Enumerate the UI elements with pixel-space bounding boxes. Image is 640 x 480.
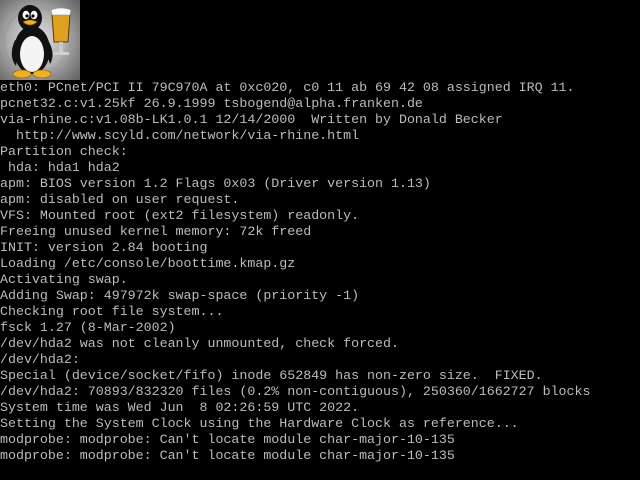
console-line: Loading /etc/console/boottime.kmap.gz: [0, 256, 296, 271]
console-output: eth0: PCnet/PCI II 79C970A at 0xc020, c0…: [0, 80, 640, 464]
console-line: INIT: version 2.84 booting: [0, 240, 208, 255]
console-line: modprobe: modprobe: Can't locate module …: [0, 448, 455, 463]
console-line: Activating swap.: [0, 272, 128, 287]
console-line: /dev/hda2: 70893/832320 files (0.2% non-…: [0, 384, 591, 399]
console-line: Freeing unused kernel memory: 72k freed: [0, 224, 312, 239]
console-line: Checking root file system...: [0, 304, 224, 319]
console-line: Setting the System Clock using the Hardw…: [0, 416, 519, 431]
console-line: Partition check:: [0, 144, 128, 159]
console-line: pcnet32.c:v1.25kf 26.9.1999 tsbogend@alp…: [0, 96, 423, 111]
console-line: VFS: Mounted root (ext2 filesystem) read…: [0, 208, 360, 223]
console-line: Adding Swap: 497972k swap-space (priorit…: [0, 288, 360, 303]
console-line: eth0: PCnet/PCI II 79C970A at 0xc020, c0…: [0, 80, 575, 95]
console-line: apm: disabled on user request.: [0, 192, 240, 207]
console-screen[interactable]: eth0: PCnet/PCI II 79C970A at 0xc020, c0…: [0, 0, 640, 480]
console-line: /dev/hda2:: [0, 352, 80, 367]
console-line: via-rhine.c:v1.08b-LK1.0.1 12/14/2000 Wr…: [0, 112, 503, 127]
console-line: apm: BIOS version 1.2 Flags 0x03 (Driver…: [0, 176, 431, 191]
console-line: Special (device/socket/fifo) inode 65284…: [0, 368, 543, 383]
console-line: http://www.scyld.com/network/via-rhine.h…: [0, 128, 360, 143]
console-line: modprobe: modprobe: Can't locate module …: [0, 432, 455, 447]
console-line: System time was Wed Jun 8 02:26:59 UTC 2…: [0, 400, 360, 415]
tux-penguin-beer-logo-icon: [0, 0, 80, 80]
console-line: /dev/hda2 was not cleanly unmounted, che…: [0, 336, 399, 351]
console-line: fsck 1.27 (8-Mar-2002): [0, 320, 176, 335]
console-line: hda: hda1 hda2: [0, 160, 120, 175]
